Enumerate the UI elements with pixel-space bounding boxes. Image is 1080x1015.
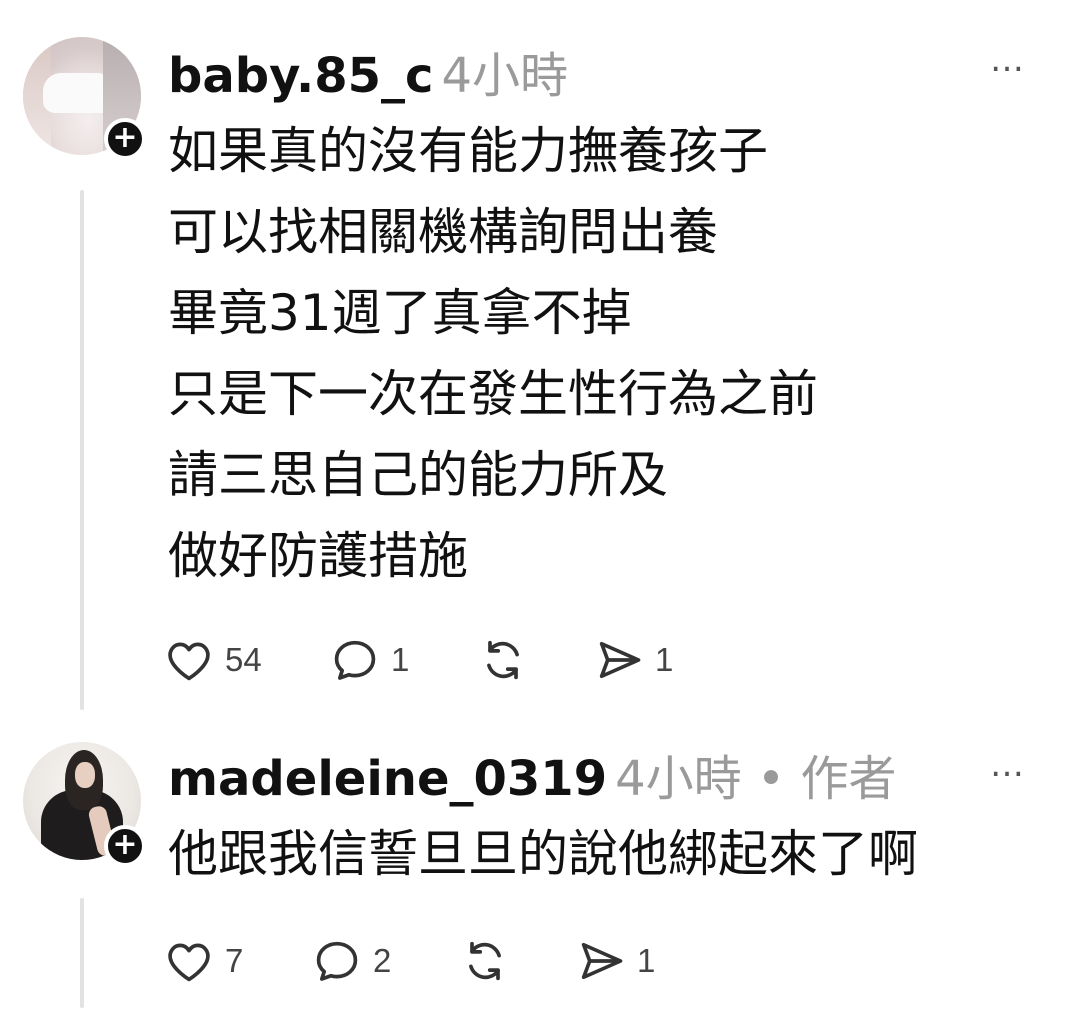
post-body-line: 他跟我信誓旦旦的說他綁起來了啊 [168, 825, 918, 883]
thread-post: + madeleine_0319 4小時 • 作者 … 他跟我信誓旦旦的說他綁起來… [0, 715, 1080, 1015]
avatar-photo-face [75, 762, 95, 788]
comment-count: 2 [373, 942, 392, 979]
post-body-line: 如果真的沒有能力撫養孩子 [168, 122, 768, 180]
post-body: 如果真的沒有能力撫養孩子 可以找相關機構詢問出養 畢竟31週了真拿不掉 只是下一… [168, 111, 818, 597]
post-header: baby.85_c 4小時 [168, 36, 568, 106]
share-button[interactable]: 1 [575, 935, 655, 987]
speech-bubble-icon [334, 640, 376, 680]
post-body-line: 只是下一次在發生性行為之前 [168, 365, 818, 423]
repost-icon [469, 941, 501, 981]
post-body-line: 可以找相關機構詢問出養 [168, 203, 718, 261]
username[interactable]: baby.85_c [168, 48, 433, 104]
like-count: 7 [225, 942, 244, 979]
post-header: madeleine_0319 4小時 • 作者 [168, 739, 896, 809]
send-icon [599, 641, 641, 679]
repost-icon [487, 640, 519, 680]
send-icon [581, 942, 623, 980]
speech-bubble-icon [316, 941, 358, 981]
repost-button[interactable] [477, 634, 529, 686]
thread-line [80, 190, 84, 710]
heart-icon [168, 642, 210, 681]
post-time: 4小時 [441, 48, 569, 104]
thread-line [80, 898, 84, 1008]
comment-count: 1 [391, 641, 410, 678]
post-time-author: 4小時 • 作者 [615, 751, 897, 807]
username[interactable]: madeleine_0319 [168, 751, 607, 807]
heart-icon [168, 943, 210, 982]
post-body-line: 畢竟31週了真拿不掉 [168, 284, 632, 342]
comment-button[interactable]: 1 [329, 634, 409, 686]
post-body-line: 做好防護措施 [168, 527, 468, 585]
like-button[interactable]: 7 [163, 935, 243, 987]
like-count: 54 [225, 641, 262, 678]
ellipsis-icon[interactable]: … [990, 40, 1026, 80]
share-button[interactable]: 1 [593, 634, 673, 686]
share-count: 1 [637, 942, 656, 979]
follow-plus-icon[interactable]: + [104, 118, 146, 160]
post-body-line: 請三思自己的能力所及 [168, 446, 668, 504]
like-button[interactable]: 54 [163, 634, 262, 686]
thread-post: + baby.85_c 4小時 … 如果真的沒有能力撫養孩子 可以找相關機構詢問出… [0, 0, 1080, 715]
comment-button[interactable]: 2 [311, 935, 391, 987]
follow-plus-icon[interactable]: + [104, 825, 146, 867]
ellipsis-icon[interactable]: … [990, 745, 1026, 785]
share-count: 1 [655, 641, 674, 678]
post-body: 他跟我信誓旦旦的說他綁起來了啊 [168, 814, 918, 895]
repost-button[interactable] [459, 935, 511, 987]
